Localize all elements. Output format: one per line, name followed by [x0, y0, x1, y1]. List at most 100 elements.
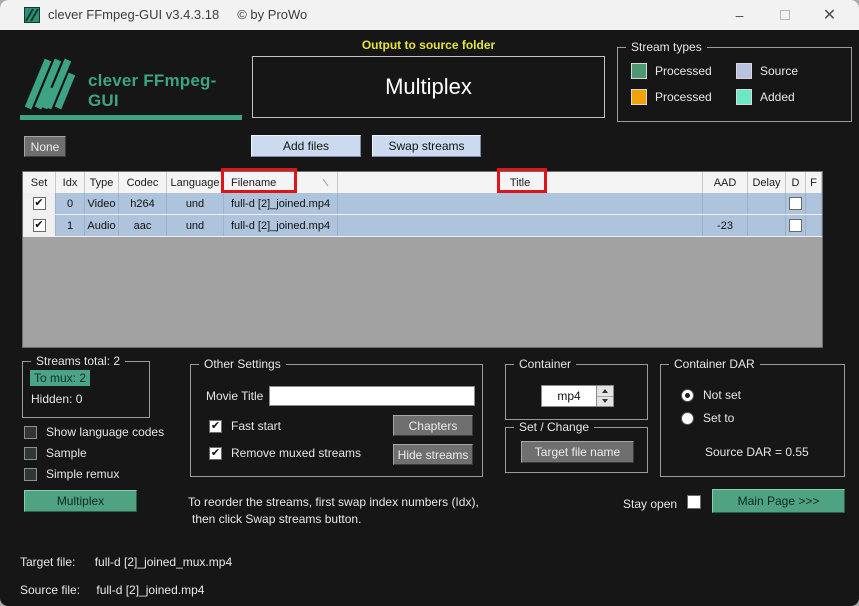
none-button[interactable]: None: [24, 136, 66, 157]
spin-down-button[interactable]: [597, 396, 613, 406]
col-f[interactable]: F: [806, 172, 822, 193]
legend-item-added: Added: [736, 89, 795, 105]
instruction-line-1: To reorder the streams, first swap index…: [188, 495, 479, 509]
streams-table[interactable]: Set Idx Type Codec Language Filename Tit…: [22, 171, 823, 348]
col-idx[interactable]: Idx: [56, 172, 85, 193]
row-idx: 1: [56, 215, 85, 236]
close-button[interactable]: ✕: [807, 0, 852, 30]
row-aad: -23: [703, 215, 748, 236]
multiplex-button[interactable]: Multiplex: [24, 490, 137, 512]
not-set-label: Not set: [703, 388, 742, 402]
row-d-checkbox[interactable]: ✔: [789, 219, 802, 232]
other-settings-group: Other Settings Movie Title ✔ Fast start …: [190, 357, 483, 477]
col-d[interactable]: D: [786, 172, 806, 193]
streams-total-group: Streams total: 2 To mux: 2 Hidden: 0: [22, 354, 150, 418]
target-file-name-button[interactable]: Target file name: [521, 441, 634, 463]
simple-remux-checkbox[interactable]: ✔: [24, 467, 37, 481]
legend-label: Processed: [655, 90, 712, 104]
main-page-button[interactable]: Main Page >>>: [712, 489, 845, 513]
arrow-up-icon: [602, 388, 608, 393]
legend-label: Processed: [655, 64, 712, 78]
col-codec[interactable]: Codec: [119, 172, 167, 193]
row-type: Video: [85, 193, 119, 214]
swap-streams-button[interactable]: Swap streams: [372, 135, 481, 157]
option-show-language-codes[interactable]: ✔ Show language codes: [24, 425, 164, 439]
container-dar-group: Container DAR Not set Set to Source DAR …: [660, 357, 845, 477]
row-delay: [748, 193, 786, 214]
container-format-value: mp4: [557, 389, 581, 403]
app-icon: [24, 7, 40, 23]
row-type: Audio: [85, 215, 119, 236]
row-set-checkbox[interactable]: ✔: [32, 219, 46, 232]
container-format-spinner[interactable]: mp4: [541, 385, 614, 407]
col-delay[interactable]: Delay: [748, 172, 786, 193]
set-to-radio[interactable]: [681, 411, 694, 425]
col-language[interactable]: Language: [167, 172, 224, 193]
legend-item-source: Source: [736, 63, 798, 79]
table-header-row[interactable]: Set Idx Type Codec Language Filename Tit…: [23, 172, 822, 193]
show-language-codes-label: Show language codes: [46, 425, 165, 439]
option-remove-muxed[interactable]: ✔ Remove muxed streams: [209, 446, 361, 460]
legend-label: Source: [760, 64, 799, 78]
col-type[interactable]: Type: [85, 172, 119, 193]
stream-types-label: Stream types: [626, 40, 707, 54]
hidden-value: Hidden: 0: [31, 392, 83, 406]
title-bar: clever FFmpeg-GUI v3.4.3.18 © by ProWo – …: [0, 0, 859, 30]
row-title: [338, 193, 703, 214]
row-filename: full-d [2]_joined.mp4: [224, 215, 338, 236]
add-files-button[interactable]: Add files: [251, 135, 361, 157]
logo-icon: [22, 58, 84, 115]
simple-remux-label: Simple remux: [46, 467, 120, 481]
movie-title-label: Movie Title: [206, 389, 264, 403]
arrow-down-icon: [602, 399, 608, 404]
col-set[interactable]: Set: [23, 172, 56, 193]
option-not-set[interactable]: Not set: [681, 388, 741, 402]
instruction-line-2: then click Swap streams button.: [192, 512, 362, 526]
row-aad: [703, 193, 748, 214]
maximize-icon: [779, 10, 790, 20]
table-row[interactable]: ✔ 0 Video h264 und full-d [2]_joined.mp4…: [23, 193, 822, 215]
spin-up-button[interactable]: [597, 386, 613, 397]
hide-streams-button[interactable]: Hide streams: [393, 444, 473, 465]
streams-total-label: Streams total: 2: [31, 354, 126, 368]
row-f: [806, 193, 822, 214]
mode-title: Multiplex: [385, 74, 472, 99]
source-file-value: full-d [2]_joined.mp4: [96, 583, 205, 597]
target-file-value: full-d [2]_joined_mux.mp4: [94, 555, 233, 569]
processed-green-swatch: [631, 63, 647, 79]
fast-start-label: Fast start: [231, 419, 282, 433]
stay-open-checkbox[interactable]: ✔: [687, 495, 701, 509]
maximize-button[interactable]: [762, 0, 807, 30]
row-d-checkbox[interactable]: ✔: [789, 197, 802, 210]
row-delay: [748, 215, 786, 236]
container-group: Container mp4: [505, 357, 648, 420]
stream-types-legend: Stream types Processed Source Processed …: [617, 40, 852, 122]
option-simple-remux[interactable]: ✔ Simple remux: [24, 467, 119, 481]
title-annotation-box: [497, 168, 547, 193]
not-set-radio[interactable]: [681, 388, 694, 402]
remove-muxed-label: Remove muxed streams: [231, 446, 362, 460]
to-mux-value: To mux: 2: [30, 370, 91, 386]
processed-orange-swatch: [631, 89, 647, 105]
minimize-button[interactable]: –: [717, 0, 762, 30]
legend-item-processed-green: Processed: [631, 63, 712, 79]
option-fast-start[interactable]: ✔ Fast start: [209, 419, 281, 433]
source-dar-value: Source DAR = 0.55: [705, 445, 809, 459]
sample-checkbox[interactable]: ✔: [24, 446, 37, 460]
row-idx: 0: [56, 193, 85, 214]
legend-item-processed-orange: Processed: [631, 89, 712, 105]
row-set-checkbox[interactable]: ✔: [32, 197, 46, 210]
remove-muxed-checkbox[interactable]: ✔: [209, 446, 222, 460]
target-file-label: Target file:: [20, 555, 76, 569]
fast-start-checkbox[interactable]: ✔: [209, 419, 222, 433]
row-title: [338, 215, 703, 236]
option-sample[interactable]: ✔ Sample: [24, 446, 87, 460]
col-aad[interactable]: AAD: [703, 172, 748, 193]
table-row[interactable]: ✔ 1 Audio aac und full-d [2]_joined.mp4 …: [23, 215, 822, 237]
movie-title-input[interactable]: [269, 386, 475, 406]
chapters-button[interactable]: Chapters: [393, 415, 473, 436]
reorder-instruction: To reorder the streams, first swap index…: [188, 494, 479, 528]
option-set-to[interactable]: Set to: [681, 411, 734, 425]
show-language-codes-checkbox[interactable]: ✔: [24, 425, 37, 439]
window-title: clever FFmpeg-GUI v3.4.3.18 © by ProWo: [48, 0, 307, 30]
